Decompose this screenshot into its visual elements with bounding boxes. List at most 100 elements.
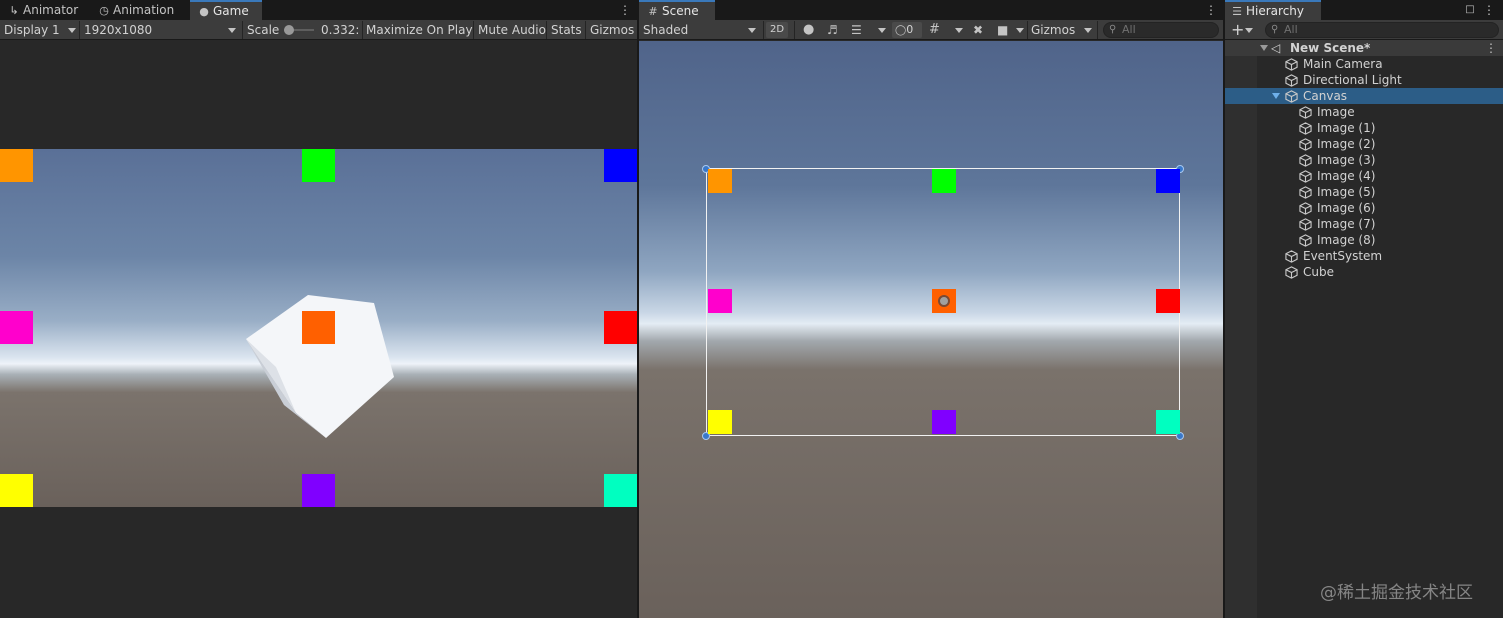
grid-toggle-icon[interactable]: # (929, 20, 940, 40)
hierarchy-item[interactable]: Directional Light (1225, 72, 1503, 88)
2d-mode-button[interactable]: 2D (766, 22, 788, 38)
mute-audio-button[interactable]: Mute Audio (478, 20, 546, 40)
gameobject-cube-icon (1299, 186, 1312, 199)
toolbar-divider (794, 21, 795, 39)
chevron-down-icon (748, 28, 756, 33)
tools-icon[interactable]: ✖ (973, 20, 983, 40)
pivot-gizmo-icon[interactable] (938, 295, 950, 307)
scene-ui-image-top-right[interactable] (1156, 169, 1180, 193)
toolbar-divider (763, 21, 764, 39)
scene-viewport[interactable] (639, 41, 1223, 618)
search-icon: ⚲ (1271, 24, 1279, 35)
hierarchy-item-label: Image (1) (1317, 121, 1376, 135)
tab-game[interactable]: ● Game (190, 0, 262, 20)
scale-slider[interactable] (284, 25, 314, 35)
animation-clock-icon: ◷ (99, 4, 109, 17)
hierarchy-item-label: Image (8) (1317, 233, 1376, 247)
fold-arrow-icon[interactable] (1272, 93, 1280, 99)
hierarchy-search-input[interactable]: ⚲ All (1265, 22, 1499, 38)
gamepad-icon: ● (199, 5, 209, 18)
chevron-down-icon[interactable] (1016, 28, 1024, 33)
scene-ui-image-middle-left[interactable] (708, 289, 732, 313)
hierarchy-item[interactable]: Image (1) (1225, 120, 1503, 136)
hierarchy-item[interactable]: Image (4) (1225, 168, 1503, 184)
hierarchy-item-label: Image (4) (1317, 169, 1376, 183)
hierarchy-tree: ◁ New Scene* ⋮ Main Camera Directional Li… (1225, 40, 1503, 618)
hierarchy-item[interactable]: Cube (1225, 264, 1503, 280)
game-panel-menu-icon[interactable]: ⋮ (619, 2, 631, 18)
hierarchy-item[interactable]: Main Camera (1225, 56, 1503, 72)
toolbar-divider (546, 21, 547, 39)
effects-layers-icon[interactable]: ☰ (851, 20, 862, 40)
display-dropdown[interactable]: Display 1 (4, 20, 78, 40)
chevron-down-icon[interactable] (1245, 28, 1253, 33)
game-viewport[interactable] (0, 41, 637, 618)
scale-label: Scale (247, 23, 280, 37)
hierarchy-item-label: Main Camera (1303, 57, 1383, 71)
ui-image-top-center (302, 149, 335, 182)
tab-animation[interactable]: ◷ Animation (90, 0, 188, 20)
hierarchy-menu-icon[interactable]: ⋮ (1483, 2, 1495, 18)
scene-ui-image-bottom-left[interactable] (708, 410, 732, 434)
hierarchy-item[interactable]: EventSystem (1225, 248, 1503, 264)
scene-ui-image-top-center[interactable] (932, 169, 956, 193)
camera-icon[interactable]: ■ (997, 20, 1008, 40)
tab-scene[interactable]: # Scene (639, 0, 715, 20)
ui-image-bottom-left (0, 474, 33, 507)
lighting-toggle-icon[interactable]: ● (803, 20, 814, 40)
maximize-on-play-button[interactable]: Maximize On Play (366, 20, 473, 40)
chevron-down-icon (68, 28, 76, 33)
hierarchy-item-label: Directional Light (1303, 73, 1402, 87)
tab-hierarchy[interactable]: ☰ Hierarchy (1225, 0, 1321, 20)
tab-animator[interactable]: ↳ Animator (0, 0, 90, 20)
gameobject-cube-icon (1285, 58, 1298, 71)
scale-slider-handle[interactable] (284, 25, 294, 35)
chevron-down-icon[interactable] (1084, 28, 1092, 33)
scene-menu-icon[interactable]: ⋮ (1485, 40, 1497, 56)
gizmos-button[interactable]: Gizmos (590, 20, 634, 40)
scene-ui-image-middle-right[interactable] (1156, 289, 1180, 313)
gameobject-cube-icon (1299, 170, 1312, 183)
gameobject-cube-icon (1299, 154, 1312, 167)
ui-image-middle-left (0, 311, 33, 344)
scene-ui-image-bottom-right[interactable] (1156, 410, 1180, 434)
scene-panel-menu-icon[interactable]: ⋮ (1205, 2, 1217, 18)
lock-icon[interactable]: □ (1465, 2, 1475, 18)
eye-slash-icon: ◯ (895, 25, 907, 36)
hierarchy-item[interactable]: Image (8) (1225, 232, 1503, 248)
stats-button[interactable]: Stats (551, 20, 582, 40)
chevron-down-icon (228, 28, 236, 33)
gameobject-cube-icon (1299, 106, 1312, 119)
scene-search-input[interactable]: ⚲ All (1103, 22, 1219, 38)
chevron-down-icon[interactable] (955, 28, 963, 33)
scene-ui-image-middle-center[interactable] (932, 289, 956, 313)
resolution-dropdown[interactable]: 1920x1080 (84, 20, 240, 40)
scene-ui-image-bottom-center[interactable] (932, 410, 956, 434)
hierarchy-tabbar: ☰ Hierarchy □ ⋮ (1225, 0, 1503, 20)
shading-mode-dropdown[interactable]: Shaded (643, 20, 759, 40)
gameobject-cube-icon (1299, 122, 1312, 135)
hierarchy-item[interactable]: Image (6) (1225, 200, 1503, 216)
scene-root-row[interactable]: ◁ New Scene* ⋮ (1225, 40, 1503, 56)
hierarchy-item[interactable]: Image (1225, 104, 1503, 120)
ui-image-middle-right (604, 311, 637, 344)
hierarchy-item[interactable]: Canvas (1225, 88, 1503, 104)
scene-visibility-toggle[interactable]: ◯0 (892, 22, 922, 38)
scene-tabbar: # Scene ⋮ (639, 0, 1223, 20)
grid-icon: # (648, 5, 658, 18)
hierarchy-item[interactable]: Image (2) (1225, 136, 1503, 152)
create-add-button[interactable]: + (1231, 20, 1244, 40)
hierarchy-item[interactable]: Image (3) (1225, 152, 1503, 168)
scene-ui-image-top-left[interactable] (708, 169, 732, 193)
toolbar-divider (1027, 21, 1028, 39)
game-toolbar: Display 1 1920x1080 Scale 0.332: Maximiz… (0, 20, 637, 40)
animator-icon: ↳ (9, 4, 19, 17)
hierarchy-item[interactable]: Image (5) (1225, 184, 1503, 200)
scene-gizmos-button[interactable]: Gizmos (1031, 20, 1075, 40)
hierarchy-item-label: Image (2) (1317, 137, 1376, 151)
ui-image-top-right (604, 149, 637, 182)
hierarchy-item[interactable]: Image (7) (1225, 216, 1503, 232)
audio-toggle-icon[interactable]: ♬ (827, 20, 838, 40)
fold-arrow-icon[interactable] (1260, 45, 1268, 51)
chevron-down-icon[interactable] (878, 28, 886, 33)
